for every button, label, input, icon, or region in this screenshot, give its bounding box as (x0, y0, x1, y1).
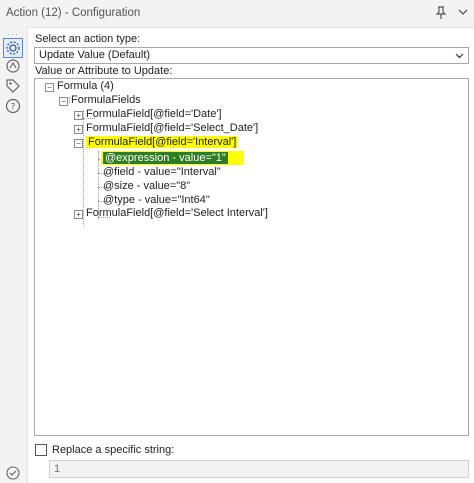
selected-node-label: @expression - value="1" (103, 152, 228, 164)
tree-node[interactable]: @type - value="Int64" (103, 194, 210, 207)
svg-text:?: ? (11, 103, 16, 113)
tool-sidebar: ··· ? (0, 27, 28, 483)
replace-string-value: 1 (54, 463, 61, 475)
tree-node[interactable]: FormulaField[@field='Date'] (86, 108, 222, 121)
highlight-mark: FormulaField[@field='Interval'] (86, 136, 239, 148)
window-title: Action (12) - Configuration (6, 7, 141, 19)
chevron-down-icon (455, 51, 464, 60)
tree-node[interactable]: Formula (4) (57, 80, 114, 93)
tree-node-selected[interactable]: @expression - value="1" (101, 151, 244, 165)
tree-node[interactable]: FormulaField[@field='Select Interval'] (86, 207, 268, 220)
connection-icon[interactable] (5, 58, 21, 74)
collapse-toggle[interactable]: − (45, 83, 54, 92)
action-type-label: Select an action type: (35, 33, 141, 45)
chevron-down-icon[interactable] (457, 6, 469, 18)
configuration-panel: Select an action type: Update Value (Def… (27, 27, 474, 483)
pin-icon[interactable] (434, 6, 448, 20)
help-icon[interactable]: ? (5, 98, 21, 114)
tree-node[interactable]: FormulaFields (71, 94, 141, 107)
tree-node[interactable]: @field - value="Interval" (103, 166, 221, 179)
attribute-tree[interactable]: − Formula (4) − FormulaFields + FormulaF… (34, 78, 469, 436)
expand-toggle[interactable]: + (74, 210, 83, 219)
tree-label: Value or Attribute to Update: (35, 65, 173, 77)
tree-connector (83, 110, 84, 226)
check-circle-icon (6, 466, 20, 480)
highlight-mark: @expression - value="1" (101, 151, 244, 165)
replace-string-checkbox[interactable] (35, 444, 47, 456)
gear-icon[interactable] (3, 38, 23, 58)
tree-node[interactable]: FormulaField[@field='Interval'] (86, 136, 239, 149)
expand-toggle[interactable]: + (74, 111, 83, 120)
collapse-toggle[interactable]: − (74, 139, 83, 148)
action-type-dropdown[interactable]: Update Value (Default) (34, 47, 469, 64)
tree-node[interactable]: FormulaField[@field='Select_Date'] (86, 122, 258, 135)
title-bar: Action (12) - Configuration (0, 0, 474, 28)
replace-string-input[interactable]: 1 (49, 460, 469, 478)
action-type-value: Update Value (Default) (39, 49, 151, 61)
expand-toggle[interactable]: + (74, 125, 83, 134)
tag-icon[interactable] (5, 78, 21, 94)
tree-node[interactable]: @size - value="8" (103, 180, 190, 193)
collapse-toggle[interactable]: − (59, 97, 68, 106)
replace-string-label: Replace a specific string: (52, 444, 175, 456)
tree-connector (69, 97, 70, 103)
